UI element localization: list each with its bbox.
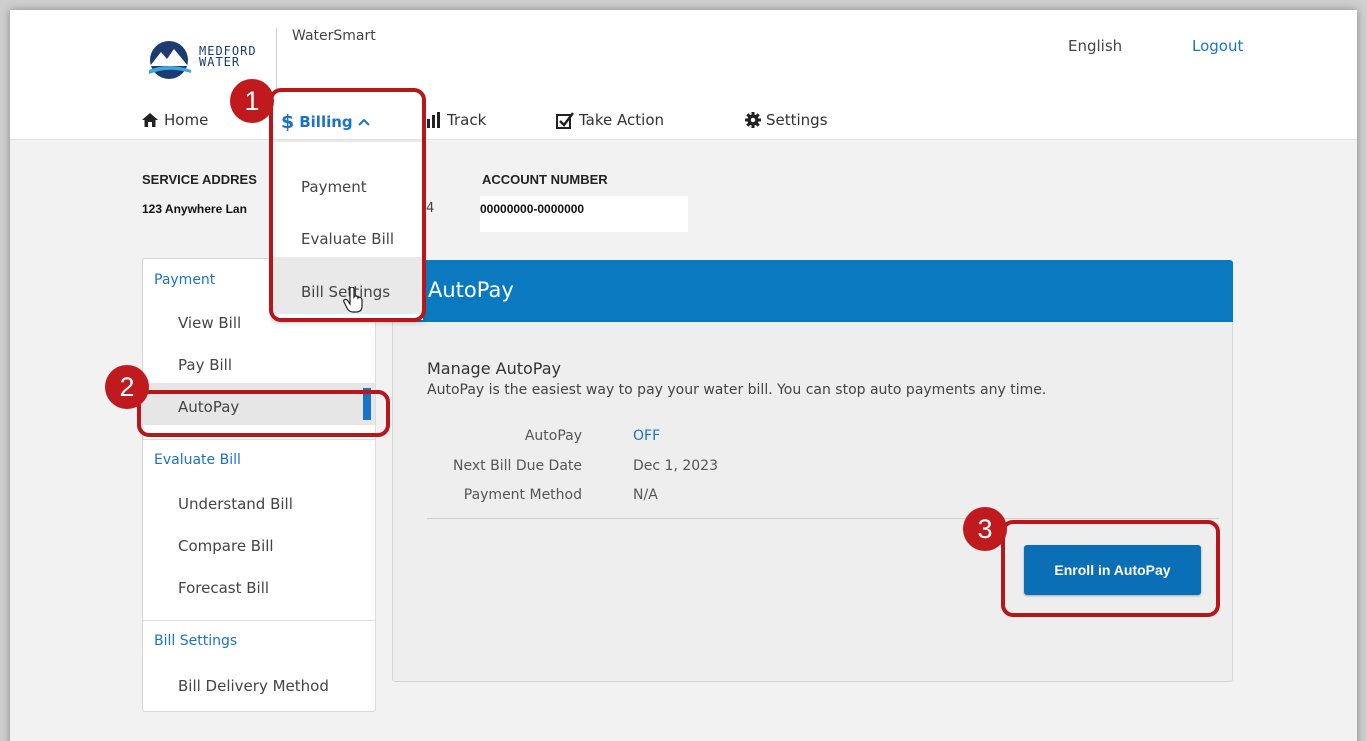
autopay-panel-header [392, 260, 1233, 322]
nav-track[interactable]: Track [426, 111, 486, 129]
next-bill-due-date-value: Dec 1, 2023 [633, 458, 718, 474]
sidebar-header-bill-settings[interactable]: Bill Settings [154, 633, 237, 649]
header-divider [276, 28, 277, 92]
callout-badge-2: 2 [105, 365, 149, 409]
nav-take-action[interactable]: Take Action [556, 111, 664, 129]
bar-chart-icon [427, 112, 440, 128]
service-address-tail: 4 [426, 201, 435, 216]
language-link[interactable]: English [1068, 37, 1122, 55]
sidebar-item-understand-bill[interactable]: Understand Bill [178, 495, 293, 513]
sidebar-item-view-bill[interactable]: View Bill [178, 314, 241, 332]
nav-home-label: Home [164, 111, 209, 129]
autopay-status-label: AutoPay [524, 428, 582, 444]
home-icon [142, 113, 158, 127]
account-number-label: ACCOUNT NUMBER [482, 172, 608, 187]
gear-icon [745, 112, 761, 128]
sidebar-header-payment[interactable]: Payment [154, 272, 215, 288]
sidebar-item-pay-bill[interactable]: Pay Bill [178, 356, 232, 374]
callout-box-1 [269, 88, 426, 322]
logout-link[interactable]: Logout [1192, 37, 1243, 55]
next-bill-due-date-label: Next Bill Due Date [453, 458, 582, 474]
payment-method-value: N/A [633, 487, 658, 503]
callout-badge-3: 3 [963, 507, 1007, 551]
sidebar: Payment View Bill Pay Bill AutoPay Evalu… [142, 258, 376, 712]
sidebar-separator [143, 439, 375, 440]
sidebar-separator [143, 620, 375, 621]
logo-mark-icon [149, 41, 191, 79]
nav-track-label: Track [447, 111, 487, 129]
checkbox-icon [556, 111, 574, 129]
account-number-value: 00000000-0000000 [480, 202, 585, 216]
sidebar-item-compare-bill[interactable]: Compare Bill [178, 537, 274, 555]
callout-badge-1: 1 [230, 79, 274, 123]
manage-autopay-heading: Manage AutoPay [427, 359, 561, 378]
autopay-status-value: OFF [633, 428, 661, 444]
manage-autopay-description: AutoPay is the easiest way to pay your w… [427, 382, 1047, 398]
app-window: MEDFORD WATER WaterSmart English Logout … [10, 10, 1357, 741]
callout-box-2 [137, 390, 390, 437]
sidebar-item-bill-delivery-method[interactable]: Bill Delivery Method [178, 677, 329, 695]
panel-title: AutoPay [428, 278, 514, 302]
nav-take-action-label: Take Action [579, 111, 664, 129]
service-address-value: 123 Anywhere Lan [142, 202, 247, 216]
nav-home[interactable]: Home [141, 111, 208, 129]
payment-method-label: Payment Method [463, 487, 582, 503]
panel-divider [427, 518, 1219, 519]
service-address-label: SERVICE ADDRES [142, 172, 257, 187]
logo-text: MEDFORD WATER [199, 44, 257, 69]
nav-settings-label: Settings [766, 111, 828, 129]
callout-box-3 [1001, 520, 1220, 617]
app-name: WaterSmart [292, 28, 376, 44]
nav-settings[interactable]: Settings [745, 111, 828, 129]
sidebar-header-evaluate-bill[interactable]: Evaluate Bill [154, 452, 241, 468]
sidebar-item-forecast-bill[interactable]: Forecast Bill [178, 579, 269, 597]
sidebar-edge [375, 259, 376, 711]
